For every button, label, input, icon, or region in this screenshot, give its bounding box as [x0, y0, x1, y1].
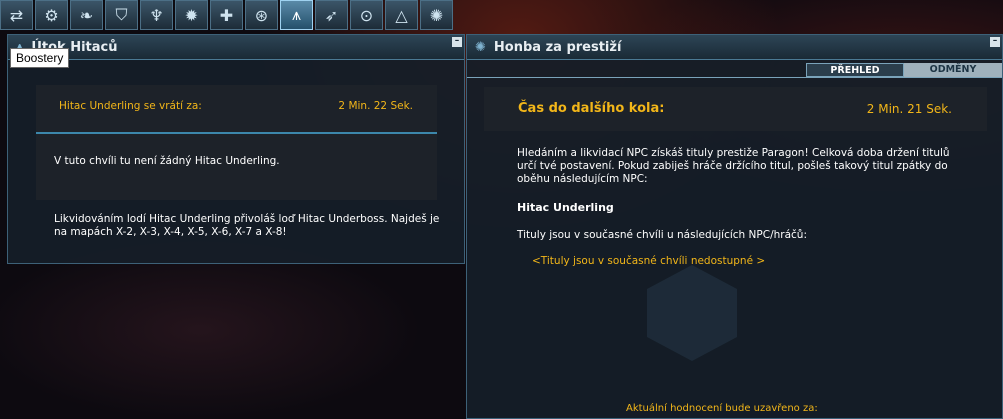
tab-rewards[interactable]: ODMĚNY	[904, 63, 1002, 77]
holders-label: Tituly jsou v současné chvíli u následuj…	[517, 229, 807, 241]
settings-gear-icon[interactable]: ⚙	[35, 0, 68, 30]
ship-arrow-icon[interactable]: ➶	[315, 0, 348, 30]
ship-circle-icon[interactable]: ⊙	[350, 0, 383, 30]
tab-overview[interactable]: PŘEHLED	[806, 63, 904, 77]
burst-icon: ✺	[475, 39, 486, 55]
trophy-icon[interactable]: ♆	[140, 0, 173, 30]
minimize-button[interactable]: –	[990, 37, 1000, 47]
window-title: Honba za prestiží	[493, 39, 622, 55]
tab-bar: PŘEHLED ODMĚNY	[806, 63, 1002, 77]
unavailable-text: <Tituly jsou v současné chvíli nedostupn…	[532, 255, 766, 267]
triangle-icon[interactable]: △	[385, 0, 418, 30]
winged-emblem-icon[interactable]: ⊛	[245, 0, 278, 30]
description-text: Hledáním a likvidací NPC získáš tituly p…	[517, 147, 950, 185]
round-label: Čas do dalšího kola:	[518, 101, 665, 116]
star-emblem-icon[interactable]: ✹	[175, 0, 208, 30]
timer-label: Hitac Underling se vrátí za:	[59, 100, 202, 112]
info-text: Likvidováním lodí Hitac Underling přivol…	[54, 213, 440, 238]
arrows-swap-icon[interactable]: ⇄	[0, 0, 33, 30]
window-title-bar[interactable]: ✺ Honba za prestiží –	[467, 35, 1002, 60]
npc-name: Hitac Underling	[517, 201, 614, 214]
ship-icon[interactable]: ⩚	[280, 0, 313, 30]
main-toolbar: ⇄ ⚙ ❧ ⛉ ♆ ✹ ✚ ⊛ ⩚ ➶ ⊙ △ ✺	[0, 0, 453, 32]
minimize-button[interactable]: –	[452, 37, 462, 47]
shield-icon[interactable]: ⛉	[105, 0, 138, 30]
tooltip: Boostery	[10, 48, 70, 68]
tab-underline	[467, 77, 1002, 78]
timer-value: 2 Min. 22 Sek.	[338, 100, 413, 112]
hitac-attack-window: ⩚ Útok Hitaců – Hitac Underling se vrátí…	[7, 34, 465, 264]
round-value: 2 Min. 21 Sek.	[866, 102, 952, 116]
window-title-bar[interactable]: ⩚ Útok Hitaců –	[8, 35, 464, 60]
round-timer-panel: Čas do dalšího kola: 2 Min. 21 Sek.	[484, 87, 987, 131]
status-text: V tuto chvíli tu není žádný Hitac Underl…	[54, 155, 280, 167]
timer-panel: Hitac Underling se vrátí za: 2 Min. 22 S…	[36, 85, 437, 132]
puzzle-icon[interactable]: ✚	[210, 0, 243, 30]
prestige-hunt-window: ✺ Honba za prestiží – PŘEHLED ODMĚNY Čas…	[466, 34, 1003, 419]
wing-emblem-icon[interactable]: ❧	[70, 0, 103, 30]
status-panel: V tuto chvíli tu není žádný Hitac Underl…	[36, 134, 437, 200]
loading-hex-icon	[647, 265, 737, 361]
burst-icon[interactable]: ✺	[420, 0, 453, 30]
closing-label: Aktuální hodnocení bude uzavřeno za:	[626, 403, 818, 414]
